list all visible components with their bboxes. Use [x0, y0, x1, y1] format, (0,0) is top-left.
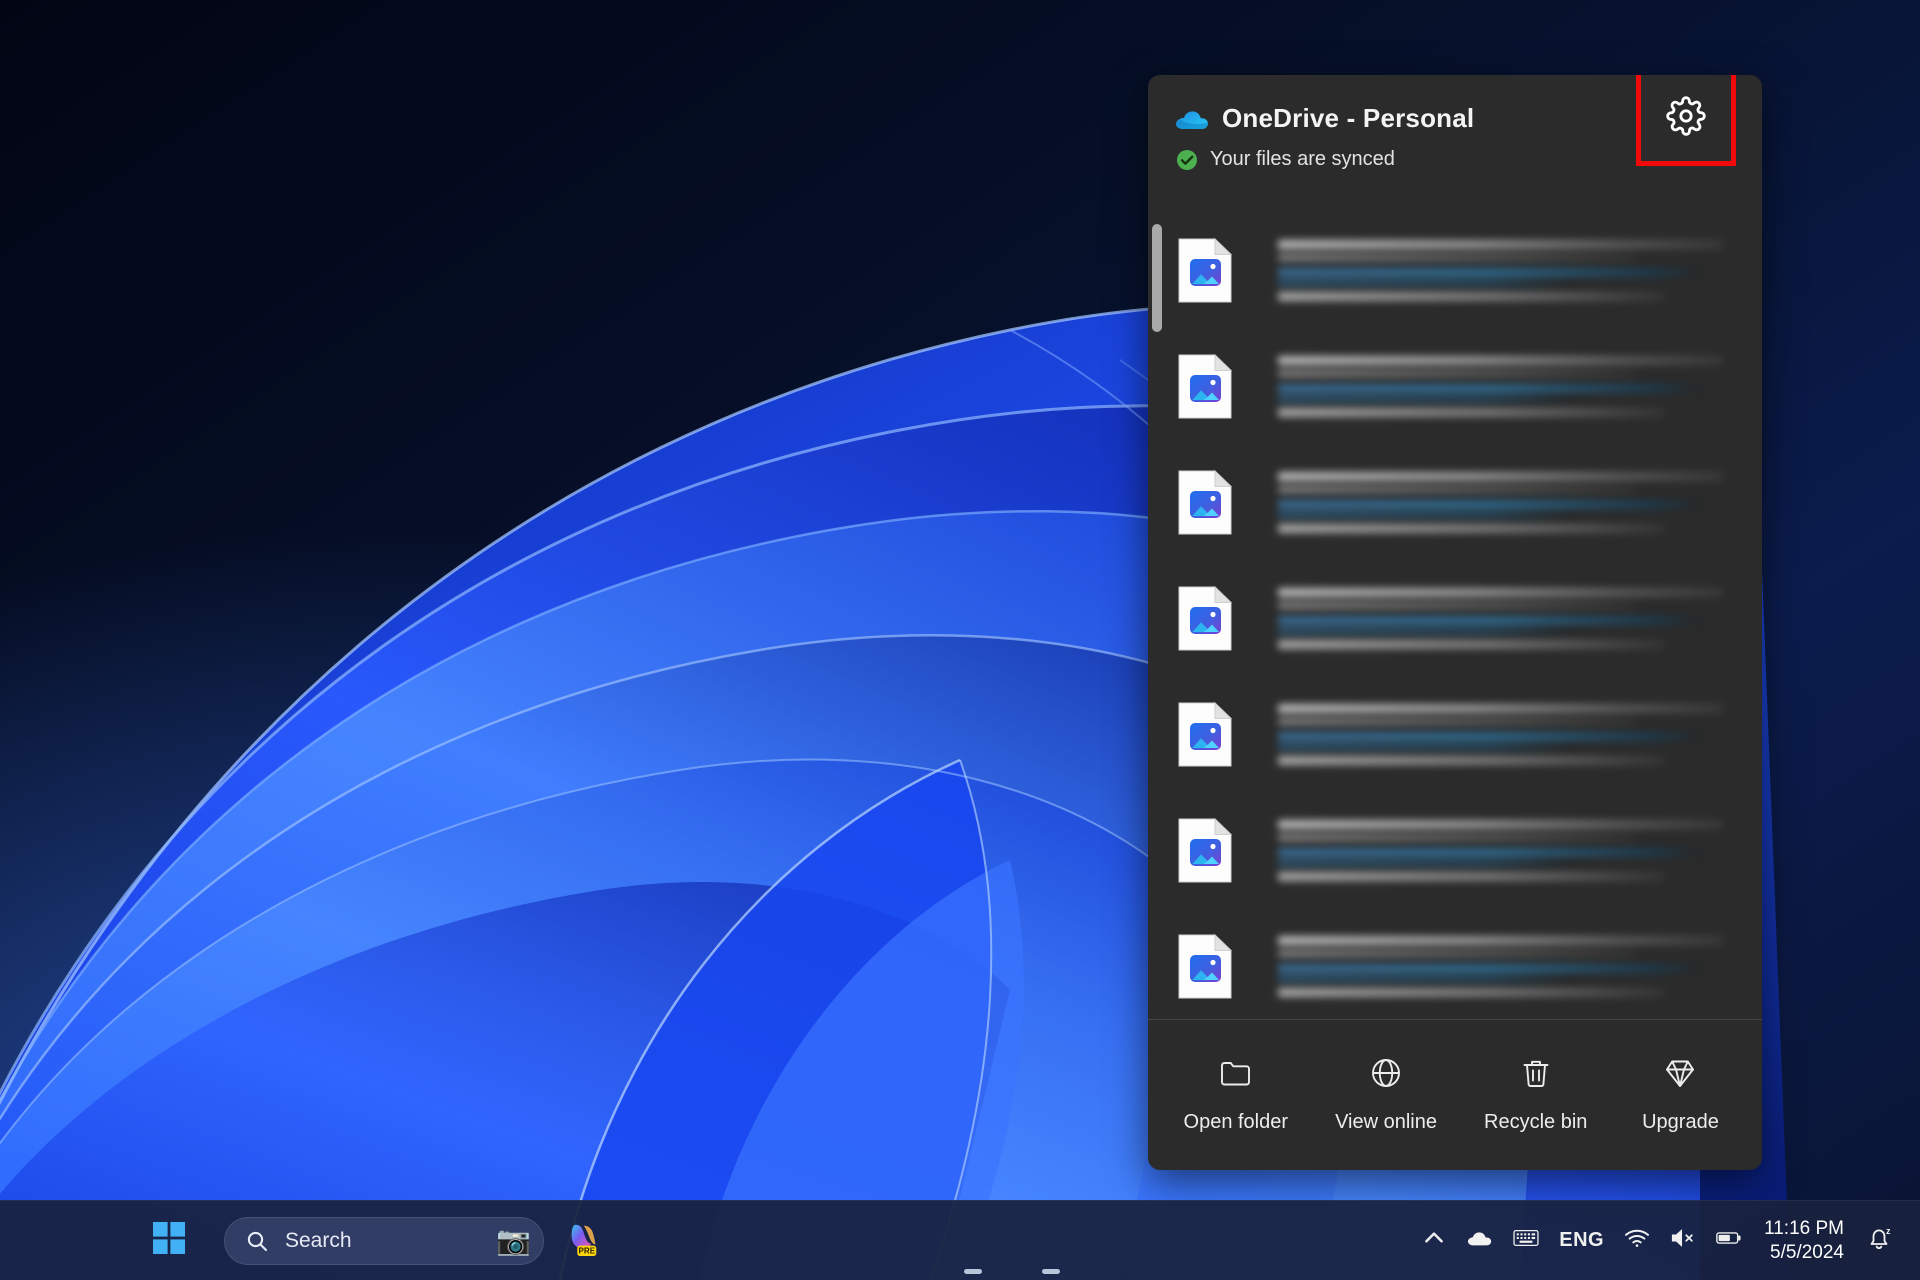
- taskbar-item-file-explorer[interactable]: [708, 1210, 770, 1272]
- sync-status-text: Your files are synced: [1210, 148, 1395, 171]
- image-file-icon: [1178, 353, 1232, 419]
- search-icon: [245, 1229, 269, 1253]
- redacted-file-name: [1278, 466, 1762, 538]
- start-button[interactable]: [138, 1210, 200, 1272]
- redacted-file-name: [1278, 350, 1762, 422]
- tray-overflow-button[interactable]: [1411, 1217, 1457, 1264]
- taskbar-item-firefox[interactable]: [942, 1210, 1004, 1272]
- tray-volume-button[interactable]: [1660, 1217, 1706, 1264]
- wifi-icon: [1624, 1225, 1650, 1256]
- taskbar-item-photoshop[interactable]: Ps: [1020, 1210, 1082, 1272]
- search-placeholder-text: Search: [285, 1229, 496, 1253]
- redacted-file-name: [1278, 698, 1762, 770]
- action-recycle-bin-button[interactable]: Recycle bin: [1470, 1046, 1601, 1144]
- settings-gear-button[interactable]: [1641, 75, 1731, 161]
- action-label: Open folder: [1184, 1111, 1289, 1134]
- touch-keyboard-icon: [1513, 1225, 1539, 1256]
- image-file-icon: [1178, 701, 1232, 767]
- clock-date: 5/5/2024: [1770, 1241, 1844, 1265]
- chevron-up-icon: [1421, 1225, 1447, 1256]
- taskbar-item-task-view[interactable]: [630, 1210, 692, 1272]
- copilot-icon: PRE: [564, 1219, 602, 1262]
- globe-icon: [1369, 1056, 1403, 1095]
- onedrive-flyout-panel: OneDrive - Personal Your files are synce…: [1148, 75, 1762, 1170]
- taskbar-search-box[interactable]: Search 📷: [224, 1217, 544, 1265]
- action-view-online-button[interactable]: View online: [1321, 1046, 1451, 1144]
- onedrive-cloud-icon: [1174, 107, 1208, 131]
- onedrive-header: OneDrive - Personal Your files are synce…: [1148, 75, 1762, 210]
- action-label: View online: [1335, 1111, 1437, 1134]
- image-file-icon: [1178, 237, 1232, 303]
- image-file-icon: [1178, 585, 1232, 651]
- windows-taskbar: Search 📷 PRE: [0, 1200, 1920, 1280]
- clock-time: 11:16 PM: [1764, 1217, 1844, 1241]
- green-check-icon: [1176, 149, 1198, 171]
- trash-icon: [1519, 1056, 1553, 1095]
- folder-icon: [1219, 1056, 1253, 1095]
- gear-icon: [1666, 96, 1706, 141]
- redacted-file-name: [1278, 814, 1762, 886]
- taskbar-left-group: Search 📷 PRE: [0, 1210, 1090, 1272]
- cloud-icon: [1467, 1225, 1493, 1256]
- tray-touch-keyboard-button[interactable]: [1503, 1217, 1549, 1264]
- redacted-file-name: [1278, 930, 1762, 1002]
- redacted-file-name: [1278, 234, 1762, 306]
- windows-logo-icon: [152, 1221, 186, 1260]
- taskbar-system-tray: ENG: [1411, 1211, 1920, 1271]
- diamond-icon: [1663, 1056, 1697, 1095]
- file-list-item[interactable]: [1148, 212, 1762, 328]
- file-list-item[interactable]: [1148, 560, 1762, 676]
- camera-icon[interactable]: 📷: [496, 1227, 531, 1255]
- taskbar-item-copilot[interactable]: PRE: [552, 1210, 614, 1272]
- action-label: Recycle bin: [1484, 1111, 1587, 1134]
- file-list-item[interactable]: [1148, 676, 1762, 792]
- tray-wifi-button[interactable]: [1614, 1217, 1660, 1264]
- image-file-icon: [1178, 933, 1232, 999]
- image-file-icon: [1178, 817, 1232, 883]
- tray-language-indicator[interactable]: ENG: [1549, 1221, 1614, 1260]
- action-open-folder-button[interactable]: Open folder: [1170, 1046, 1303, 1144]
- tray-battery-button[interactable]: [1706, 1217, 1752, 1264]
- battery-icon: [1716, 1225, 1742, 1256]
- file-list-item[interactable]: [1148, 908, 1762, 1019]
- action-label: Upgrade: [1642, 1111, 1719, 1134]
- taskbar-item-edge[interactable]: [864, 1210, 926, 1272]
- onedrive-account-title: OneDrive - Personal: [1222, 103, 1474, 134]
- onedrive-action-bar: Open folder View online Recycle bin Upgr…: [1148, 1020, 1762, 1170]
- tray-onedrive-button[interactable]: [1457, 1217, 1503, 1264]
- bell-dnd-icon: z: [1866, 1225, 1892, 1256]
- svg-text:PRE: PRE: [579, 1247, 596, 1256]
- file-list-item[interactable]: [1148, 792, 1762, 908]
- svg-text:z: z: [1886, 1226, 1891, 1236]
- taskbar-item-v-app[interactable]: [786, 1210, 848, 1272]
- speaker-muted-icon: [1670, 1225, 1696, 1256]
- redacted-file-name: [1278, 582, 1762, 654]
- file-list-item[interactable]: [1148, 444, 1762, 560]
- onedrive-file-list[interactable]: [1148, 212, 1762, 1019]
- image-file-icon: [1178, 469, 1232, 535]
- file-list-item[interactable]: [1148, 328, 1762, 444]
- tray-clock[interactable]: 11:16 PM 5/5/2024: [1752, 1211, 1856, 1271]
- settings-button-highlight: [1636, 75, 1736, 166]
- tray-notifications-button[interactable]: z: [1856, 1217, 1902, 1264]
- action-upgrade-button[interactable]: Upgrade: [1620, 1046, 1740, 1144]
